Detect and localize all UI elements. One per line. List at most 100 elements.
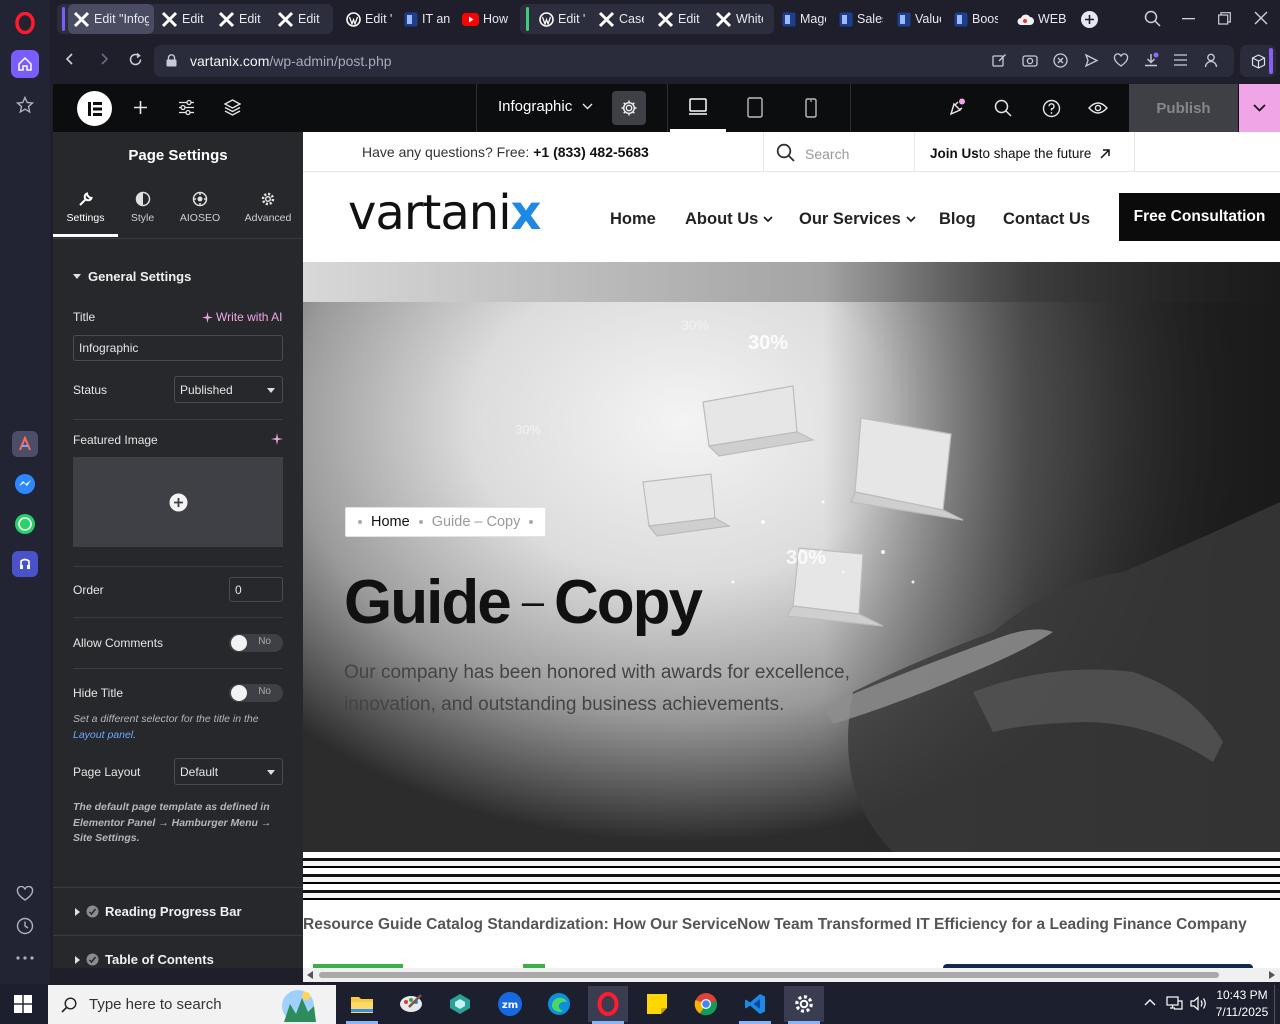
paint-app-icon[interactable]	[391, 986, 431, 1022]
section-general-settings[interactable]: General Settings	[73, 269, 191, 284]
adblock-icon[interactable]	[1053, 53, 1068, 68]
desktop-view-icon[interactable]	[688, 98, 708, 116]
nav-blog[interactable]: Blog	[939, 210, 976, 229]
section-reading-progress[interactable]: Reading Progress Bar	[75, 904, 242, 919]
browser-tab[interactable]: Edit "	[341, 4, 397, 34]
scroll-left-icon[interactable]	[307, 971, 314, 979]
aria-icon[interactable]	[12, 431, 38, 457]
browser-tab[interactable]: Case	[593, 4, 649, 34]
star-icon[interactable]	[12, 92, 38, 118]
camera-icon[interactable]	[1022, 53, 1038, 67]
tray-chevron-up-icon[interactable]	[1144, 998, 1156, 1006]
elementor-logo-icon[interactable]	[77, 91, 112, 126]
search-tabs-icon[interactable]	[1144, 10, 1161, 27]
browser-tab[interactable]: Edit C	[213, 4, 269, 34]
tab-advanced[interactable]: Advanced	[238, 178, 298, 236]
zoho-meeting-icon[interactable]: zm	[490, 986, 530, 1022]
browser-tab[interactable]: IT anc	[399, 4, 455, 34]
heart-icon[interactable]	[12, 881, 38, 907]
section-table-of-contents[interactable]: Table of Contents	[75, 952, 214, 967]
page-layout-select[interactable]: Default	[174, 758, 283, 785]
site-logo[interactable]: vartanix	[348, 185, 542, 241]
help-icon[interactable]	[1042, 99, 1061, 118]
settings-gear-icon[interactable]	[784, 986, 824, 1022]
volume-icon[interactable]	[1190, 996, 1208, 1011]
back-icon[interactable]	[64, 52, 76, 66]
tab-style[interactable]: Style	[115, 178, 170, 236]
browser-tab[interactable]: White	[710, 4, 768, 34]
scrollbar-thumb[interactable]	[319, 972, 1219, 978]
network-icon[interactable]	[1166, 996, 1183, 1011]
breadcrumb-home[interactable]: Home	[371, 514, 410, 530]
close-window-icon[interactable]	[1254, 11, 1268, 25]
join-us-link[interactable]: Join Us to shape the future	[930, 146, 1111, 161]
app-diamond-icon[interactable]	[440, 986, 480, 1022]
site-search-input[interactable]: Search	[805, 146, 849, 162]
windows-start-icon[interactable]	[14, 995, 32, 1013]
status-select[interactable]: Published	[174, 376, 283, 403]
structure-icon[interactable]	[224, 99, 241, 116]
add-element-icon[interactable]	[133, 100, 148, 115]
chrome-icon[interactable]	[686, 986, 726, 1022]
messenger-icon[interactable]	[12, 471, 38, 497]
mobile-view-icon[interactable]	[805, 98, 817, 118]
restore-icon[interactable]	[1218, 12, 1231, 25]
search-icon[interactable]	[776, 143, 795, 162]
browser-tab[interactable]: Sales	[834, 4, 888, 34]
finder-search-icon[interactable]	[994, 99, 1012, 117]
forward-icon[interactable]	[98, 52, 110, 66]
show-desktop-button[interactable]	[1274, 985, 1275, 1024]
allow-comments-toggle[interactable]: No	[229, 634, 283, 652]
browser-tab[interactable]: WEBP	[1012, 4, 1072, 34]
write-with-ai-button[interactable]: Write with AI	[202, 310, 282, 324]
send-icon[interactable]	[1084, 53, 1099, 68]
topbar-phone[interactable]: +1 (833) 482-5683	[533, 144, 649, 160]
whatsapp-icon[interactable]	[12, 511, 38, 537]
download-icon[interactable]	[1143, 52, 1159, 68]
preview-eye-icon[interactable]	[1088, 101, 1108, 115]
vscode-icon[interactable]	[735, 986, 775, 1022]
file-explorer-icon[interactable]	[342, 986, 382, 1022]
nav-home[interactable]: Home	[610, 210, 656, 229]
page-settings-button[interactable]	[612, 91, 646, 125]
free-consultation-button[interactable]: Free Consultation	[1119, 193, 1280, 241]
order-input[interactable]: 0	[229, 577, 283, 602]
tab-settings[interactable]: Settings	[53, 178, 118, 236]
browser-tab[interactable]: Boost	[949, 4, 1003, 34]
music-player-icon[interactable]	[12, 551, 38, 577]
system-clock[interactable]: 10:43 PM 7/11/2025	[1214, 987, 1270, 1021]
title-input[interactable]: Infographic	[73, 335, 283, 361]
layout-panel-link[interactable]: Layout panel	[73, 729, 133, 741]
home-icon[interactable]	[11, 50, 39, 78]
sticky-notes-icon[interactable]	[637, 986, 677, 1022]
scroll-right-icon[interactable]	[1268, 971, 1275, 979]
page-name-dropdown[interactable]: Infographic	[498, 98, 593, 115]
featured-image-placeholder[interactable]	[73, 457, 283, 547]
publish-options-button[interactable]	[1239, 84, 1280, 132]
heart-icon[interactable]	[1113, 53, 1129, 68]
browser-tab[interactable]: Edit "Infog	[68, 4, 154, 34]
browser-tab[interactable]: How t	[457, 4, 515, 34]
nav-about-us[interactable]: About Us	[685, 210, 773, 229]
minimize-icon[interactable]	[1182, 18, 1195, 20]
horizontal-scrollbar[interactable]	[303, 968, 1280, 982]
browser-tab[interactable]: Edit "	[652, 4, 708, 34]
easy-setup-icon[interactable]	[1173, 53, 1188, 67]
more-icon[interactable]	[12, 945, 38, 971]
browser-tab[interactable]: Edit P	[156, 4, 212, 34]
lock-icon[interactable]	[166, 54, 177, 67]
hide-title-toggle[interactable]: No	[229, 684, 283, 702]
edit-icon[interactable]	[992, 53, 1007, 68]
sparkle-icon[interactable]	[271, 433, 283, 445]
nav-contact-us[interactable]: Contact Us	[1003, 210, 1090, 229]
url-field[interactable]: vartanix.com/wp-admin/post.php	[154, 45, 1234, 77]
opera-logo-icon[interactable]	[12, 10, 38, 36]
browser-tab[interactable]: Value	[892, 4, 946, 34]
publish-button[interactable]: Publish	[1129, 84, 1238, 132]
notifications-icon[interactable]	[947, 98, 967, 118]
taskbar-search-box[interactable]: Type here to search	[48, 985, 336, 1024]
new-tab-button[interactable]	[1081, 11, 1098, 28]
edge-browser-icon[interactable]	[539, 986, 579, 1022]
history-icon[interactable]	[12, 913, 38, 939]
reload-icon[interactable]	[128, 52, 143, 67]
